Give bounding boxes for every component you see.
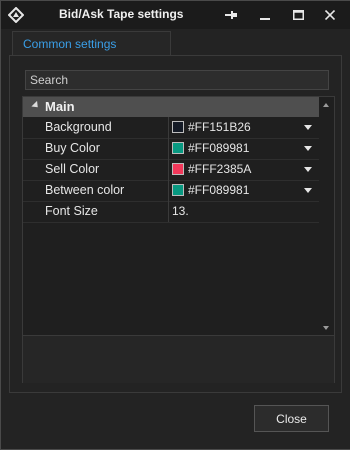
maximize-icon [292, 10, 304, 20]
collapse-triangle-icon[interactable] [31, 100, 41, 111]
pin-button[interactable] [220, 5, 242, 25]
chevron-down-icon[interactable] [304, 146, 312, 151]
category-main[interactable]: Main [23, 97, 319, 117]
column-divider [168, 159, 169, 180]
scroll-up-icon[interactable] [323, 103, 329, 107]
property-row-font-size[interactable]: Font Size 13. [23, 201, 319, 223]
color-swatch [172, 121, 184, 133]
property-name: Between color [45, 183, 125, 197]
property-grid: Main Background #FF151B26 Buy Color #FF0… [22, 96, 335, 383]
maximize-button[interactable] [287, 5, 309, 25]
chevron-down-icon[interactable] [304, 188, 312, 193]
chevron-down-icon[interactable] [304, 167, 312, 172]
close-button[interactable]: Close [254, 405, 329, 432]
color-value-text: #FF151B26 [188, 120, 251, 134]
color-swatch [172, 184, 184, 196]
property-row-buy-color[interactable]: Buy Color #FF089981 [23, 138, 319, 160]
color-value-text: #FFF2385A [188, 162, 252, 176]
color-swatch [172, 142, 184, 154]
tab-common-settings[interactable]: Common settings [12, 31, 171, 55]
font-size-input[interactable]: 13. [172, 204, 189, 218]
close-icon [325, 10, 335, 20]
minimize-button[interactable] [254, 5, 276, 25]
property-row-sell-color[interactable]: Sell Color #FFF2385A [23, 159, 319, 181]
column-divider [168, 117, 169, 138]
column-divider [168, 201, 169, 222]
category-label: Main [45, 99, 75, 114]
property-row-between-color[interactable]: Between color #FF089981 [23, 180, 319, 202]
property-value[interactable]: #FFF2385A [172, 162, 251, 176]
settings-window: Bid/Ask Tape settings Common settings Se… [0, 0, 350, 450]
color-value-text: #FF089981 [188, 183, 250, 197]
property-row-background[interactable]: Background #FF151B26 [23, 117, 319, 139]
tab-panel: Search Main Background #FF151B26 Buy Col… [9, 55, 342, 393]
tab-strip: Common settings [9, 31, 342, 55]
property-value[interactable]: #FF151B26 [172, 120, 251, 134]
description-panel [23, 335, 334, 383]
minimize-icon [260, 18, 270, 20]
color-swatch [172, 163, 184, 175]
property-name: Font Size [45, 204, 98, 218]
search-input[interactable]: Search [25, 70, 329, 90]
app-logo-icon [8, 7, 24, 23]
property-name: Background [45, 120, 112, 134]
close-window-button[interactable] [319, 5, 341, 25]
chevron-down-icon[interactable] [304, 125, 312, 130]
title-bar[interactable]: Bid/Ask Tape settings [1, 1, 350, 29]
vertical-scrollbar[interactable] [319, 97, 334, 334]
column-divider [168, 180, 169, 201]
property-value[interactable]: #FF089981 [172, 183, 249, 197]
column-divider [168, 138, 169, 159]
property-name: Sell Color [45, 162, 100, 176]
window-title: Bid/Ask Tape settings [59, 7, 184, 21]
property-name: Buy Color [45, 141, 100, 155]
pin-icon [225, 11, 237, 19]
property-value[interactable]: #FF089981 [172, 141, 249, 155]
color-value-text: #FF089981 [188, 141, 250, 155]
scroll-down-icon[interactable] [323, 326, 329, 330]
